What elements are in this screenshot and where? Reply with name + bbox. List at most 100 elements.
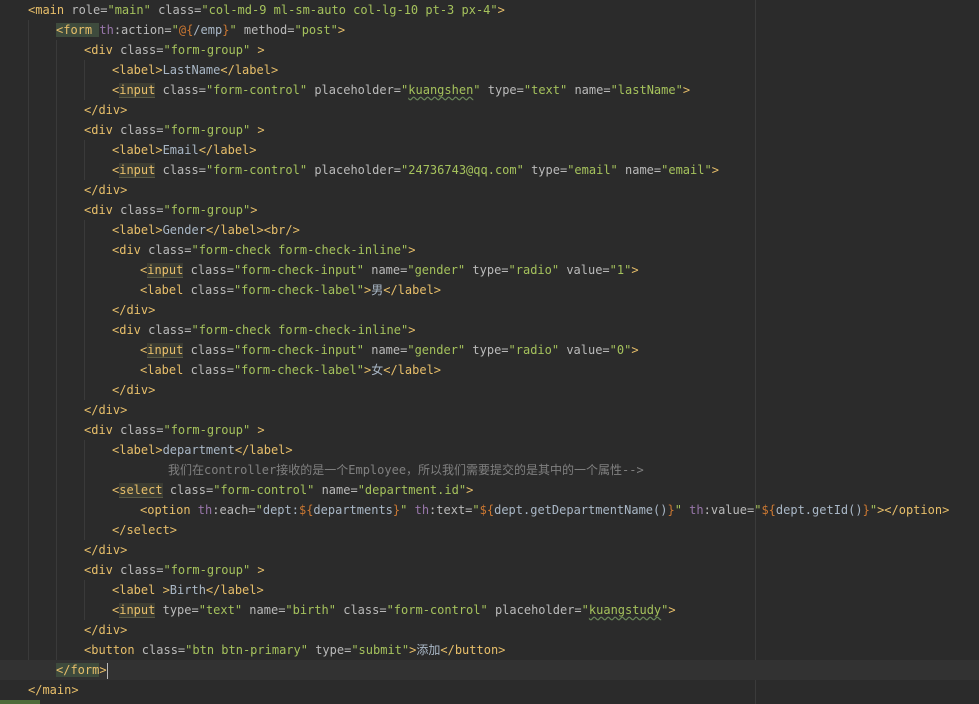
code-token: </label> xyxy=(198,143,257,157)
code-token: class= xyxy=(190,363,234,377)
code-line[interactable]: <input class="form-check-input" name="ge… xyxy=(0,340,979,360)
code-token: <div xyxy=(84,563,121,577)
code-line[interactable]: <main role="main" class="col-md-9 ml-sm-… xyxy=(0,0,979,20)
code-line[interactable]: <select class="form-control" name="depar… xyxy=(0,480,979,500)
code-token: input xyxy=(147,343,184,358)
code-token: name= xyxy=(249,603,286,617)
code-line[interactable]: <div class="form-group" > xyxy=(0,560,979,580)
code-token: "form-check-input" xyxy=(233,263,372,277)
code-line[interactable]: 我们在controller接收的是一个Employee，所以我们需要提交的是其中… xyxy=(0,460,979,480)
code-token: name= xyxy=(625,163,662,177)
code-line[interactable]: <label>department</label> xyxy=(0,440,979,460)
code-token: ${ xyxy=(298,503,314,517)
code-token: <button xyxy=(84,643,142,657)
code-token: "form-group" xyxy=(163,563,258,577)
code-line[interactable]: </form> xyxy=(0,660,979,680)
code-line[interactable]: <input class="form-check-input" name="ge… xyxy=(0,260,979,280)
code-token: "email" xyxy=(661,163,712,177)
code-editor[interactable]: <main role="main" class="col-md-9 ml-sm-… xyxy=(0,0,979,704)
code-token: department xyxy=(162,443,235,457)
code-token: "form-check-input" xyxy=(233,343,372,357)
code-line[interactable]: <div class="form-check form-check-inline… xyxy=(0,240,979,260)
code-line[interactable]: <input type="text" name="birth" class="f… xyxy=(0,600,979,620)
code-token: kuangshen xyxy=(408,83,474,97)
code-line[interactable]: <label class="form-check-label">男</label… xyxy=(0,280,979,300)
code-token: > xyxy=(337,23,346,37)
code-token: class= xyxy=(120,563,164,577)
code-token: name= xyxy=(321,483,358,497)
code-token: "form-group" xyxy=(163,43,258,57)
code-token: value= xyxy=(566,343,610,357)
code-line[interactable]: </select> xyxy=(0,520,979,540)
code-line[interactable]: <button class="btn btn-primary" type="su… xyxy=(0,640,979,660)
code-token: "gender" xyxy=(407,343,473,357)
code-token: name= xyxy=(371,263,408,277)
code-token: " xyxy=(674,503,690,517)
code-token: "department.id" xyxy=(357,483,467,497)
code-token: 我们在controller接收的是一个Employee，所以我们需要提交的是其中… xyxy=(168,463,644,477)
code-token: " xyxy=(869,503,878,517)
code-line[interactable]: <form th:action="@{/emp}" method="post"> xyxy=(0,20,979,40)
code-token: :value= xyxy=(703,503,755,517)
code-token: select xyxy=(119,483,163,498)
code-token: input xyxy=(147,263,184,278)
code-line[interactable]: <label>LastName</label> xyxy=(0,60,979,80)
code-line[interactable]: </div> xyxy=(0,400,979,420)
code-line[interactable]: </div> xyxy=(0,100,979,120)
code-line[interactable]: <label class="form-check-label">女</label… xyxy=(0,360,979,380)
code-token: :action= xyxy=(113,23,172,37)
code-token: class= xyxy=(190,283,234,297)
code-token: </div> xyxy=(84,623,128,637)
code-line[interactable]: <option th:each="dept:${departments}" th… xyxy=(0,500,979,520)
code-line[interactable]: <input class="form-control" placeholder=… xyxy=(0,160,979,180)
code-token: > xyxy=(408,323,416,337)
code-token: <label> xyxy=(112,143,163,157)
code-token: class= xyxy=(169,483,214,497)
code-token: "1" xyxy=(609,263,632,277)
code-token: > xyxy=(257,43,265,57)
code-line[interactable]: <div class="form-check form-check-inline… xyxy=(0,320,979,340)
text-caret xyxy=(106,662,108,679)
code-token: class= xyxy=(162,83,206,97)
code-line[interactable]: </div> xyxy=(0,180,979,200)
code-line[interactable]: <label >Birth</label> xyxy=(0,580,979,600)
code-token: method= xyxy=(243,23,295,37)
code-token: th xyxy=(99,23,114,37)
code-token: "email" xyxy=(567,163,625,177)
code-line[interactable]: </div> xyxy=(0,620,979,640)
code-token: </label> xyxy=(234,443,293,457)
code-token: > xyxy=(99,663,107,677)
code-token: " xyxy=(171,23,179,37)
code-token: Gender xyxy=(162,223,206,237)
code-token: dept: xyxy=(262,503,299,517)
code-token: placeholder= xyxy=(314,83,402,97)
code-token: > xyxy=(466,483,474,497)
code-line[interactable]: <div class="form-group" > xyxy=(0,120,979,140)
code-token: Email xyxy=(162,143,199,157)
code-token: " xyxy=(473,83,488,97)
code-line[interactable]: <label>Gender</label><br/> xyxy=(0,220,979,240)
code-token: "24736743@qq.com" xyxy=(401,163,532,177)
code-token: "col-md-9 ml-sm-auto col-lg-10 pt-3 px-4… xyxy=(201,3,498,17)
code-token: class= xyxy=(148,243,192,257)
code-line[interactable]: <label>Email</label> xyxy=(0,140,979,160)
code-token: "form-control" xyxy=(205,83,315,97)
code-line[interactable]: </div> xyxy=(0,300,979,320)
code-token: > xyxy=(250,203,258,217)
code-line[interactable]: <div class="form-group"> xyxy=(0,200,979,220)
code-token: th xyxy=(197,503,213,517)
code-token: <label> xyxy=(112,223,163,237)
code-token: type= xyxy=(162,603,199,617)
code-line[interactable]: </div> xyxy=(0,540,979,560)
code-token: "form-check form-check-inline" xyxy=(191,243,409,257)
code-line[interactable]: <div class="form-group" > xyxy=(0,40,979,60)
code-token: name= xyxy=(574,83,611,97)
code-token: </label><br/> xyxy=(205,223,300,237)
code-line[interactable]: <input class="form-control" placeholder=… xyxy=(0,80,979,100)
code-line[interactable]: </main> xyxy=(0,680,979,700)
code-line[interactable]: </div> xyxy=(0,380,979,400)
code-line[interactable]: <div class="form-group" > xyxy=(0,420,979,440)
code-token: ></option> xyxy=(877,503,950,517)
code-token: :text= xyxy=(429,503,473,517)
code-token: ${ xyxy=(479,503,495,517)
